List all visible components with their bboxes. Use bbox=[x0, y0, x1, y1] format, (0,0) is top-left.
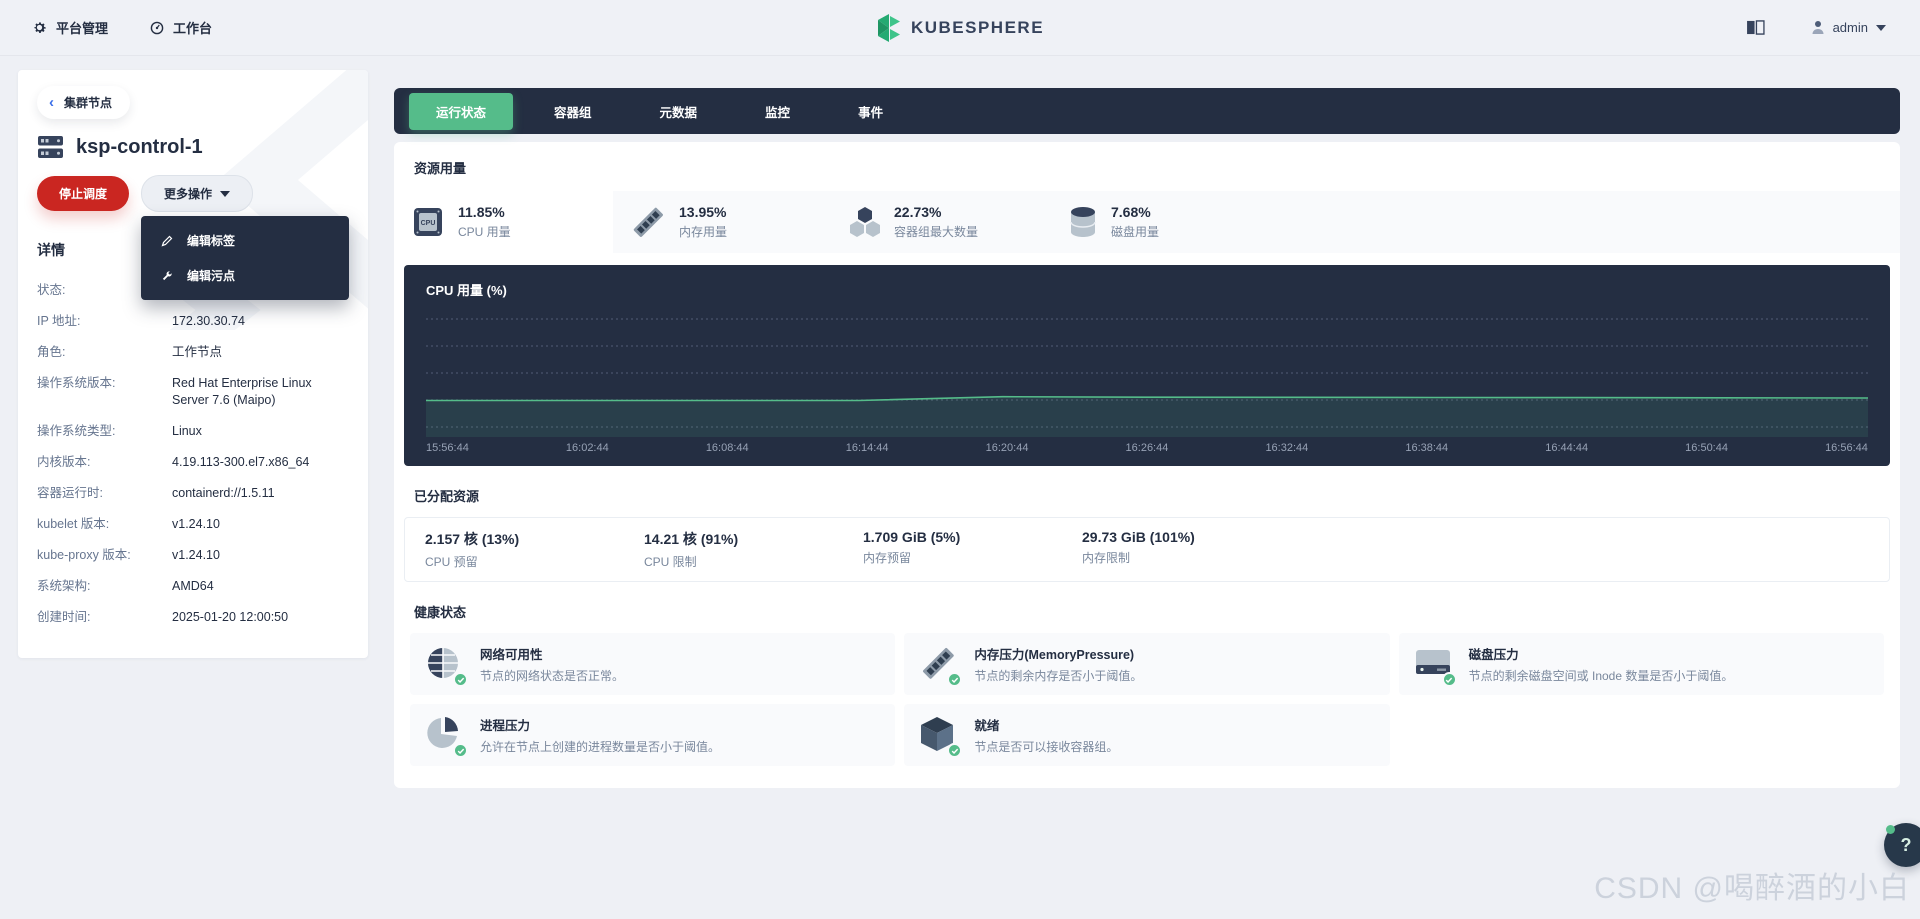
wrench-icon bbox=[161, 270, 173, 282]
metric-label: 容器组最大数量 bbox=[894, 223, 978, 240]
tab-pods[interactable]: 容器组 bbox=[527, 93, 619, 130]
cpu-usage-chart: CPU 用量 (%) 15:56:44 16:02:44 16:08:44 16… bbox=[404, 265, 1890, 466]
chevron-left-icon: ‹ bbox=[49, 98, 54, 108]
help-floating-button[interactable]: ? bbox=[1884, 823, 1920, 867]
health-ok-check-icon bbox=[947, 672, 962, 687]
user-name: admin bbox=[1833, 20, 1868, 35]
detail-row-kernel: 内核版本: 4.19.113-300.el7.x86_64 bbox=[37, 454, 349, 471]
health-ok-check-icon bbox=[1442, 672, 1457, 687]
detail-row-created: 创建时间: 2025-01-20 12:00:50 bbox=[37, 609, 349, 626]
resource-usage-metric-strip: CPU 11.85% CPU 用量 bbox=[394, 191, 1900, 253]
metric-value: 11.85% bbox=[458, 204, 511, 220]
health-card-memory-pressure: 内存压力(MemoryPressure) 节点的剩余内存是否小于阈值。 bbox=[904, 633, 1389, 695]
status-tab-bar: 运行状态 容器组 元数据 监控 事件 bbox=[394, 88, 1900, 134]
metric-label: CPU 用量 bbox=[458, 223, 511, 240]
alloc-cpu-requests: 2.157 核 (13%) CPU 预留 bbox=[413, 529, 632, 570]
more-actions-label: 更多操作 bbox=[164, 185, 212, 202]
notification-dot bbox=[1886, 825, 1895, 834]
memory-icon bbox=[629, 204, 667, 240]
user-menu[interactable]: admin bbox=[1811, 20, 1886, 35]
node-server-icon bbox=[37, 135, 64, 159]
alloc-memory-limits: 29.73 GiB (101%) 内存限制 bbox=[1070, 529, 1289, 570]
tab-monitoring[interactable]: 监控 bbox=[738, 93, 817, 130]
health-ok-check-icon bbox=[453, 743, 468, 758]
page-title-node-name: ksp-control-1 bbox=[76, 136, 203, 159]
metric-label: 内存用量 bbox=[679, 223, 727, 240]
health-card-ready: 就绪 节点是否可以接收容器组。 bbox=[904, 704, 1389, 766]
allocated-resources-row: 2.157 核 (13%) CPU 预留 14.21 核 (91%) CPU 限… bbox=[404, 517, 1890, 582]
tab-running-status[interactable]: 运行状态 bbox=[409, 93, 513, 130]
menu-item-edit-labels[interactable]: 编辑标签 bbox=[141, 223, 349, 258]
top-bar: 平台管理 工作台 KUBESPHERE admin bbox=[0, 0, 1920, 56]
detail-row-role: 角色: 工作节点 bbox=[37, 344, 349, 361]
gear-icon bbox=[32, 20, 47, 35]
nav-platform-management-label: 平台管理 bbox=[56, 18, 108, 37]
allocated-resources-section-title: 已分配资源 bbox=[394, 486, 1900, 505]
metric-tab-disk-usage[interactable]: 7.68% 磁盘用量 bbox=[1051, 191, 1900, 253]
chart-x-axis: 15:56:44 16:02:44 16:08:44 16:14:44 16:2… bbox=[426, 442, 1868, 458]
metric-tab-cpu-usage[interactable]: CPU 11.85% CPU 用量 bbox=[394, 191, 613, 253]
health-card-disk-pressure: 磁盘压力 节点的剩余磁盘空间或 Inode 数量是否小于阈值。 bbox=[1399, 633, 1884, 695]
alloc-memory-requests: 1.709 GiB (5%) 内存预留 bbox=[851, 529, 1070, 570]
detail-row-kube-proxy: kube-proxy 版本: v1.24.10 bbox=[37, 547, 349, 564]
chevron-down-icon bbox=[1876, 25, 1886, 31]
csdn-watermark: CSDN @喝醉酒的小白 bbox=[1594, 863, 1910, 907]
disk-icon bbox=[1067, 204, 1099, 240]
nav-workbench-label: 工作台 bbox=[173, 18, 212, 37]
back-label: 集群节点 bbox=[64, 94, 112, 111]
health-card-network: 网络可用性 节点的网络状态是否正常。 bbox=[410, 633, 895, 695]
detail-row-ip: IP 地址: 172.30.30.74 bbox=[37, 313, 349, 330]
details-list: 状态: IP 地址: 172.30.30.74 角色: 工作节点 操作系统版本:… bbox=[37, 282, 349, 626]
kubesphere-logo-icon bbox=[876, 13, 902, 43]
nav-platform-management[interactable]: 平台管理 bbox=[32, 18, 108, 37]
detail-row-kubelet: kubelet 版本: v1.24.10 bbox=[37, 516, 349, 533]
tab-events[interactable]: 事件 bbox=[831, 93, 910, 130]
metric-tab-pod-capacity[interactable]: 22.73% 容器组最大数量 bbox=[832, 191, 1051, 253]
chart-title: CPU 用量 (%) bbox=[426, 280, 1868, 299]
health-ok-check-icon bbox=[453, 672, 468, 687]
pods-icon bbox=[848, 204, 882, 240]
pencil-icon bbox=[161, 235, 173, 247]
metric-value: 7.68% bbox=[1111, 204, 1159, 220]
detail-row-os-type: 操作系统类型: Linux bbox=[37, 423, 349, 440]
alloc-cpu-limits: 14.21 核 (91%) CPU 限制 bbox=[632, 529, 851, 570]
metric-label: 磁盘用量 bbox=[1111, 223, 1159, 240]
health-status-section-title: 健康状态 bbox=[394, 602, 1900, 621]
cpu-icon: CPU bbox=[410, 204, 446, 240]
dashboard-gauge-icon bbox=[150, 21, 164, 35]
more-actions-button[interactable]: 更多操作 bbox=[141, 175, 253, 212]
health-status-grid: 网络可用性 节点的网络状态是否正常。 bbox=[410, 633, 1884, 766]
cpu-usage-line-plot bbox=[426, 309, 1868, 437]
health-ok-check-icon bbox=[947, 743, 962, 758]
resource-usage-section-title: 资源用量 bbox=[394, 158, 1900, 177]
metric-tab-memory-usage[interactable]: 13.95% 内存用量 bbox=[613, 191, 832, 253]
svg-text:CPU: CPU bbox=[421, 220, 436, 227]
detail-row-os-version: 操作系统版本: Red Hat Enterprise Linux Server … bbox=[37, 375, 349, 409]
main-content: 运行状态 容器组 元数据 监控 事件 资源用量 CPU 11.85% CPU 用… bbox=[394, 88, 1900, 788]
user-avatar-icon bbox=[1811, 20, 1825, 35]
health-card-process-pressure: 进程压力 允许在节点上创建的进程数量是否小于阈值。 bbox=[410, 704, 895, 766]
metric-value: 22.73% bbox=[894, 204, 978, 220]
brand-text: KUBESPHERE bbox=[911, 18, 1044, 38]
back-to-cluster-nodes-button[interactable]: ‹ 集群节点 bbox=[37, 86, 130, 119]
documentation-book-icon[interactable] bbox=[1746, 20, 1765, 35]
detail-row-container-runtime: 容器运行时: containerd://1.5.11 bbox=[37, 485, 349, 502]
stop-scheduling-button[interactable]: 停止调度 bbox=[37, 176, 129, 211]
menu-item-label: 编辑污点 bbox=[187, 267, 235, 284]
nav-workbench[interactable]: 工作台 bbox=[150, 18, 212, 37]
menu-item-label: 编辑标签 bbox=[187, 232, 235, 249]
more-actions-dropdown-menu: 编辑标签 编辑污点 bbox=[141, 216, 349, 300]
menu-item-edit-taints[interactable]: 编辑污点 bbox=[141, 258, 349, 293]
detail-row-arch: 系统架构: AMD64 bbox=[37, 578, 349, 595]
metric-value: 13.95% bbox=[679, 204, 727, 220]
tab-metadata[interactable]: 元数据 bbox=[633, 93, 725, 130]
chevron-down-icon bbox=[220, 191, 230, 197]
running-status-panel: 资源用量 CPU 11.85% CPU 用量 bbox=[394, 142, 1900, 788]
node-detail-sidebar: ‹ 集群节点 ksp-control-1 停止调度 更多操作 编辑标签 编辑污点… bbox=[18, 70, 368, 658]
